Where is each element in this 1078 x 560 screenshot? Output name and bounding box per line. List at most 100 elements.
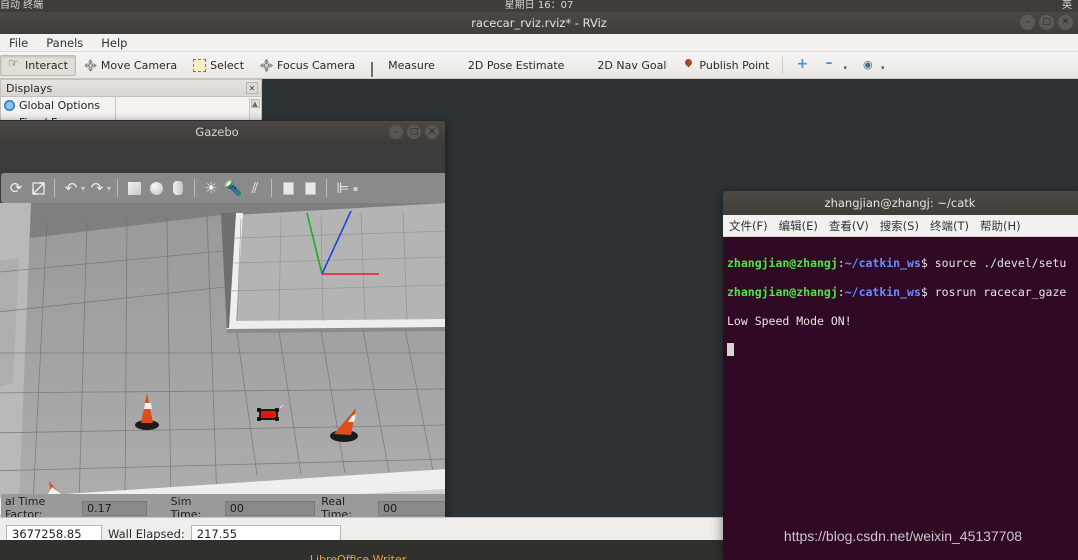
close-icon[interactable]: ✕ xyxy=(246,82,258,94)
chevron-down-icon[interactable]: ▾ xyxy=(843,64,847,72)
close-icon[interactable]: ✕ xyxy=(425,125,439,139)
terminal-user-2: zhangjian@zhangj xyxy=(727,284,838,299)
top-panel-left-label[interactable]: 自动 终端 xyxy=(0,0,43,11)
ubuntu-top-panel[interactable]: 自动 终端 星期日 16：07 英 xyxy=(0,0,1078,12)
sim-time-value: 00 00:01:50.425 xyxy=(224,500,316,528)
tool-interact-label: Interact xyxy=(25,58,68,72)
traffic-cone-4 xyxy=(330,408,358,442)
redo-dropdown-icon[interactable]: ▾ xyxy=(107,184,111,193)
gazebo-window-controls[interactable]: – □ ✕ xyxy=(389,125,439,139)
cylinder-icon[interactable] xyxy=(168,178,188,198)
tool-publish-point[interactable]: Publish Point xyxy=(674,55,777,76)
tool-move-camera[interactable]: Move Camera xyxy=(76,55,185,76)
rviz-title-bar[interactable]: racecar_rviz.rviz* - RViz xyxy=(0,12,1078,34)
gazebo-title-text: Gazebo xyxy=(195,125,239,139)
terminal-menu-terminal[interactable]: 终端(T) xyxy=(930,218,969,234)
toolbar-divider xyxy=(782,56,784,74)
rviz-toolbar[interactable]: Interact Move Camera Select Focus Camera xyxy=(0,52,1078,79)
gazebo-window[interactable]: Gazebo – □ ✕ ⟳ ↶ ▾ ↷ ▾ ☀ 🔦 ⫽ ⊫ ▪ al Time… xyxy=(0,120,446,545)
taskbar-item-libreoffice[interactable]: LibreOffice Writer xyxy=(310,553,406,560)
top-panel-clock[interactable]: 星期日 16：07 xyxy=(505,0,574,11)
toolbar-divider-1 xyxy=(54,179,55,197)
terminal-line-1: zhangjian@zhangj:~/catkin_ws$ source ./d… xyxy=(727,256,1078,271)
tool-view-display[interactable]: ▾ xyxy=(855,55,893,76)
terminal-path-1: ~/catkin_ws xyxy=(844,255,921,270)
terminal-menu-view[interactable]: 查看(V) xyxy=(829,218,869,234)
minimize-icon[interactable]: – xyxy=(1020,15,1035,30)
tool-focus-camera[interactable]: Focus Camera xyxy=(252,55,363,76)
close-icon[interactable]: ✕ xyxy=(1058,15,1073,30)
terminal-window[interactable]: zhangjian@zhangj: ~/catk 文件(F) 编辑(E) 查看(… xyxy=(723,191,1078,560)
tool-2d-pose-estimate[interactable]: 2D Pose Estimate xyxy=(443,55,573,76)
gazebo-toolbar[interactable]: ⟳ ↶ ▾ ↷ ▾ ☀ 🔦 ⫽ ⊫ ▪ xyxy=(1,173,445,203)
minimize-icon[interactable]: – xyxy=(389,125,403,139)
chevron-down-icon-2[interactable]: ▾ xyxy=(881,64,885,72)
rviz-window-controls[interactable]: – □ ✕ xyxy=(1020,15,1073,30)
plus-icon: + xyxy=(796,55,809,72)
pose-arrow-icon xyxy=(451,59,464,72)
terminal-menu-file[interactable]: 文件(F) xyxy=(729,218,768,234)
watermark-text: https://blog.csdn.net/weixin_45137708 xyxy=(783,528,1023,544)
tool-select[interactable]: Select xyxy=(185,55,252,76)
terminal-command-2: rosrun racecar_gaze xyxy=(934,284,1067,299)
terminal-menu-help[interactable]: 帮助(H) xyxy=(980,218,1021,234)
tool-interact[interactable]: Interact xyxy=(0,54,76,76)
measure-icon xyxy=(371,59,384,77)
top-panel-indicators[interactable]: 英 xyxy=(1062,0,1072,11)
terminal-path-2: ~/catkin_ws xyxy=(844,284,921,299)
scroll-up-icon[interactable]: ▲ xyxy=(250,99,260,108)
snap-icon[interactable]: ▪ xyxy=(353,184,358,193)
terminal-menu-edit[interactable]: 编辑(E) xyxy=(779,218,818,234)
refresh-icon[interactable]: ⟳ xyxy=(6,178,26,198)
sphere-icon[interactable] xyxy=(146,178,166,198)
tool-add-display[interactable]: + xyxy=(788,55,817,76)
fullscreen-icon[interactable] xyxy=(28,178,48,198)
rviz-menu-bar[interactable]: File Panels Help xyxy=(0,34,1078,52)
rviz-title-text: racecar_rviz.rviz* - RViz xyxy=(471,16,607,30)
menu-help[interactable]: Help xyxy=(92,36,136,50)
menu-panels[interactable]: Panels xyxy=(37,36,92,50)
terminal-sep-2: : xyxy=(837,284,845,299)
real-time-factor-value: 0.17 xyxy=(82,500,147,516)
display-item-global-options[interactable]: Global Options xyxy=(1,97,261,114)
nav-goal-icon xyxy=(580,59,593,72)
terminal-title-bar[interactable]: zhangjian@zhangj: ~/catk xyxy=(723,191,1078,215)
tool-focus-camera-label: Focus Camera xyxy=(277,58,356,72)
tool-measure[interactable]: Measure xyxy=(363,55,443,77)
paste-icon[interactable] xyxy=(300,178,320,198)
maximize-icon[interactable]: □ xyxy=(407,125,421,139)
undo-dropdown-icon[interactable]: ▾ xyxy=(81,184,85,193)
maximize-icon[interactable]: □ xyxy=(1039,15,1054,30)
terminal-prompt-1: $ xyxy=(920,255,935,270)
tool-remove-display[interactable]: – ▾ xyxy=(817,55,855,76)
minus-icon: – xyxy=(825,54,833,71)
directional-light-icon[interactable]: ⫽ xyxy=(245,178,265,198)
box-icon[interactable] xyxy=(124,178,144,198)
terminal-menu-bar[interactable]: 文件(F) 编辑(E) 查看(V) 搜索(S) 终端(T) 帮助(H) xyxy=(723,215,1078,237)
gazebo-title-bar[interactable]: Gazebo – □ ✕ xyxy=(0,121,445,143)
terminal-line-2: zhangjian@zhangj:~/catkin_ws$ rosrun rac… xyxy=(727,285,1078,300)
toolbar-divider-5 xyxy=(326,179,328,197)
select-icon xyxy=(193,58,207,72)
spot-light-icon[interactable]: 🔦 xyxy=(223,178,243,198)
tool-2d-nav-goal[interactable]: 2D Nav Goal xyxy=(572,55,674,76)
desktop-taskbar[interactable]: LibreOffice Writer ◢ xyxy=(0,540,723,560)
eye-icon xyxy=(863,58,876,72)
toolbar-divider-3 xyxy=(194,179,196,197)
redo-icon[interactable]: ↷ xyxy=(87,178,107,198)
terminal-output[interactable]: zhangjian@zhangj:~/catkin_ws$ source ./d… xyxy=(723,237,1078,386)
gazebo-menu-bar[interactable] xyxy=(0,143,445,173)
terminal-prompt-2: $ xyxy=(920,284,935,299)
terminal-menu-search[interactable]: 搜索(S) xyxy=(880,218,919,234)
resize-grip-icon-2[interactable]: ◢ xyxy=(398,556,405,560)
gazebo-3d-viewport[interactable] xyxy=(0,203,445,523)
undo-icon[interactable]: ↶ xyxy=(61,178,81,198)
copy-icon[interactable] xyxy=(278,178,298,198)
terminal-sep-1: : xyxy=(837,255,845,270)
real-time-value: 00 00:04:54 xyxy=(378,500,445,528)
point-light-icon[interactable]: ☀ xyxy=(201,178,221,198)
tool-2d-pose-estimate-label: 2D Pose Estimate xyxy=(467,58,565,72)
menu-file[interactable]: File xyxy=(0,36,37,50)
align-icon[interactable]: ⊫ xyxy=(333,178,353,198)
desktop-screen: 自动 终端 星期日 16：07 英 racecar_rviz.rviz* - R… xyxy=(0,0,1078,560)
